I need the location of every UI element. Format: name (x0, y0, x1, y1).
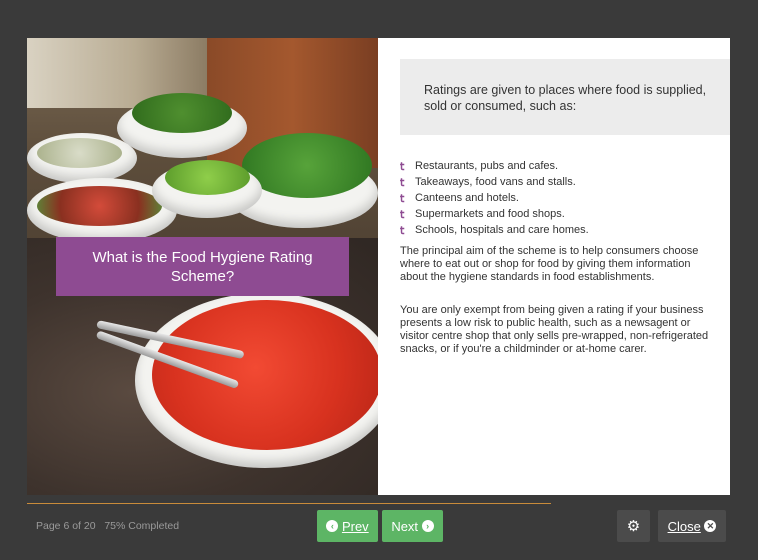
fork-knife-icon: 𝗍 (400, 208, 405, 221)
list-item: 𝗍 Canteens and hotels. (400, 192, 519, 205)
aim-paragraph: The principal aim of the scheme is to he… (400, 245, 699, 283)
fork-knife-icon: 𝗍 (400, 160, 405, 173)
list-item: 𝗍 Supermarkets and food shops. (400, 208, 565, 221)
fork-knife-icon: 𝗍 (400, 224, 405, 237)
list-item: 𝗍 Takeaways, food vans and stalls. (400, 176, 576, 189)
list-item: 𝗍 Schools, hospitals and care homes. (400, 224, 589, 237)
completion-text: 75% Completed (104, 520, 180, 532)
settings-button[interactable]: ⚙ (617, 510, 650, 542)
intro-box: Ratings are given to places where food i… (400, 59, 730, 135)
exemption-paragraph: You are only exempt from being given a r… (400, 304, 709, 355)
establishment-list: 𝗍 Restaurants, pubs and cafes. 𝗍 Takeaways… (400, 158, 589, 238)
chevron-left-icon: ‹ (326, 520, 339, 532)
prev-button[interactable]: ‹ Prev (317, 510, 378, 542)
slide: What is the Food Hygiene Rating Scheme? … (27, 38, 730, 495)
next-button[interactable]: Next › (382, 510, 443, 542)
slide-title-text: What is the Food Hygiene Rating Scheme? (92, 248, 313, 285)
settings-gears-icon: ⚙ (626, 518, 641, 535)
slide-title: What is the Food Hygiene Rating Scheme? (56, 237, 349, 296)
fork-knife-icon: 𝗍 (400, 192, 405, 205)
salad-bar-photo: What is the Food Hygiene Rating Scheme? (27, 38, 378, 495)
page-counter: Page 6 of 20 (36, 520, 96, 532)
page-status: Page 6 of 20 75% Completed (36, 520, 179, 532)
list-item: 𝗍 Restaurants, pubs and cafes. (400, 160, 559, 173)
content-panel: Ratings are given to places where food i… (378, 38, 730, 495)
close-button[interactable]: Close ✕ (658, 510, 726, 542)
fork-knife-icon: 𝗍 (400, 176, 405, 189)
chevron-right-icon: › (421, 520, 434, 532)
close-icon: ✕ (704, 520, 717, 532)
progress-bar (27, 503, 551, 504)
